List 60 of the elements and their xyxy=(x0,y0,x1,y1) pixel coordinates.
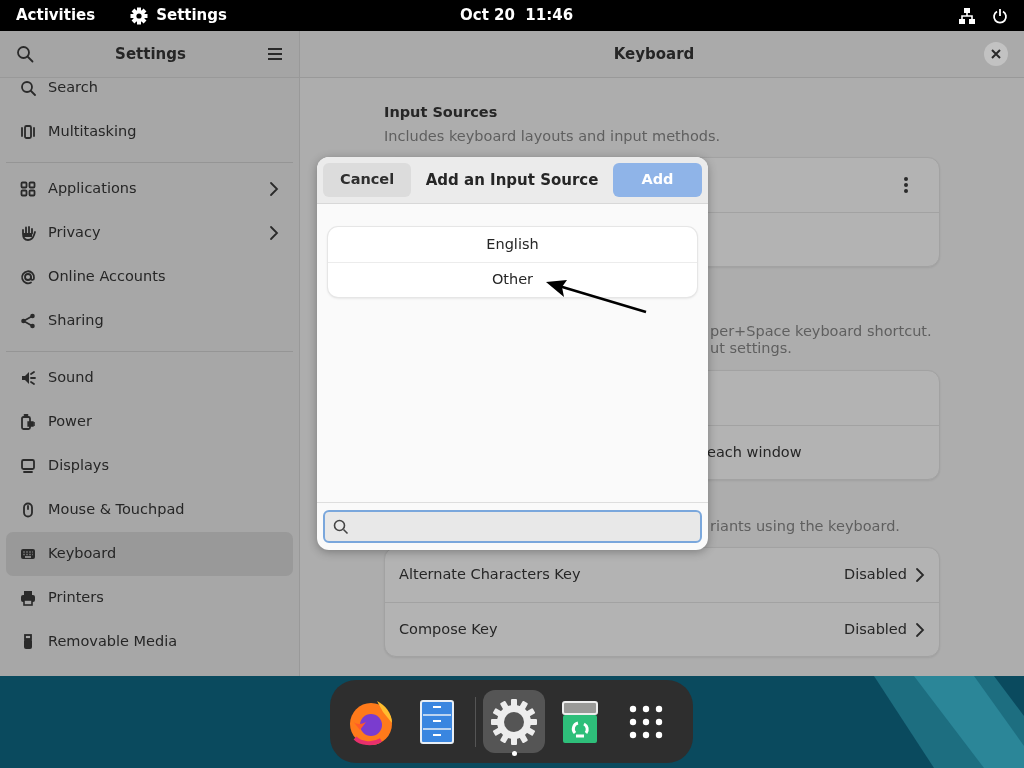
section-description: Includes keyboard layouts and input methods. xyxy=(384,128,722,145)
sidebar-item[interactable]: Sharing xyxy=(6,299,293,343)
phone-vibrate-icon xyxy=(20,124,36,140)
sidebar-item[interactable]: Keyboard xyxy=(6,532,293,576)
chevron-icon xyxy=(269,225,279,241)
more-options-icon[interactable] xyxy=(903,176,909,194)
window-title: Keyboard xyxy=(612,43,696,65)
sidebar-item[interactable]: Applications xyxy=(6,167,293,211)
share-icon xyxy=(20,313,36,329)
language-option[interactable]: English xyxy=(328,227,697,262)
section-heading: Input Sources xyxy=(384,103,499,122)
monitor-icon xyxy=(20,458,36,474)
file-cabinet-icon[interactable] xyxy=(420,699,454,744)
power-icon[interactable] xyxy=(992,7,1008,24)
search-icon xyxy=(333,518,349,535)
hand-icon xyxy=(20,225,36,241)
search-icon[interactable] xyxy=(16,45,34,63)
recycle-bin-icon[interactable] xyxy=(562,699,598,744)
speaker-icon xyxy=(20,370,36,386)
mouse-icon xyxy=(20,502,36,518)
search-field[interactable] xyxy=(323,510,702,543)
chevron-icon xyxy=(269,181,279,197)
menu-icon[interactable] xyxy=(267,47,283,61)
section-description: per+Space keyboard shortcut. xyxy=(710,323,933,340)
network-icon[interactable] xyxy=(958,6,976,25)
chevron-icon xyxy=(915,567,925,583)
chevron-icon xyxy=(915,621,925,638)
section-description: riants using the keyboard. xyxy=(710,518,901,535)
battery-plug-icon xyxy=(20,414,36,430)
search-icon xyxy=(20,80,36,96)
settings-row[interactable]: Compose Key Disabled xyxy=(385,602,939,656)
sidebar-item[interactable]: Power xyxy=(6,400,293,444)
app-grid-icon[interactable] xyxy=(629,704,663,739)
sidebar-item[interactable]: Removable Media xyxy=(6,620,293,664)
cancel-button[interactable]: Cancel xyxy=(323,163,412,197)
sidebar-item[interactable]: Search xyxy=(6,78,293,110)
sidebar-item[interactable]: Mouse & Touchpad xyxy=(6,488,293,532)
app-grid-icon xyxy=(20,181,36,197)
close-button[interactable] xyxy=(984,42,1008,66)
section-description: ut settings. xyxy=(710,340,793,357)
add-button: Add xyxy=(613,163,702,197)
settings-row[interactable]: Alternate Characters Key Disabled xyxy=(385,548,939,602)
app-menu-button[interactable]: Settings xyxy=(130,4,227,27)
close-icon xyxy=(991,49,1001,59)
at-sign-icon xyxy=(20,269,36,285)
row-label: each window xyxy=(707,442,802,462)
clock[interactable]: Oct 20 11:46 xyxy=(460,4,574,27)
sidebar-item[interactable]: Sound xyxy=(6,356,293,400)
sidebar-item[interactable]: Printers xyxy=(6,576,293,620)
printer-icon xyxy=(20,590,36,606)
sidebar-title: Settings xyxy=(114,43,187,65)
gear-icon xyxy=(130,6,149,25)
sidebar-item[interactable]: Multitasking xyxy=(6,110,293,154)
sidebar-item[interactable]: Displays xyxy=(6,444,293,488)
activities-button[interactable]: Activities xyxy=(16,4,96,27)
keyboard-icon xyxy=(20,546,36,562)
gear-icon[interactable] xyxy=(490,697,538,746)
sidebar-item[interactable]: Online Accounts xyxy=(6,255,293,299)
dialog-title: Add an Input Source xyxy=(424,169,600,191)
sidebar-item[interactable]: Privacy xyxy=(6,211,293,255)
